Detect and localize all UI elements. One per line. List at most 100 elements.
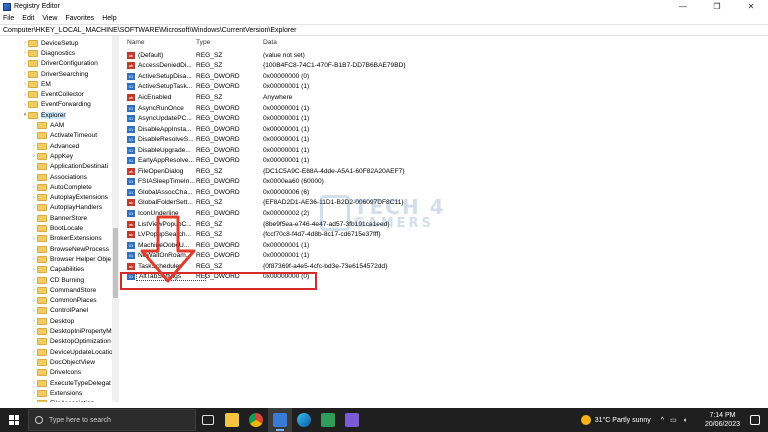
menu-view[interactable]: View (42, 15, 57, 22)
tree-item[interactable]: › DriverConfiguration (22, 59, 98, 69)
tree-item[interactable]: › ControlPanel (31, 306, 88, 316)
value-row[interactable]: 01 DisableUpgrade... REG_DWORD 0x00000001 (… (120, 145, 768, 156)
tree-item[interactable]: ActivateTimeout (31, 131, 97, 141)
key-tree-pane[interactable]: › DeviceSetup › Diagnostics › DriverConfigura… (0, 36, 119, 402)
tree-item[interactable]: › CommonPlaces (31, 296, 97, 306)
folder-icon (28, 70, 38, 78)
value-row[interactable]: 01 DisableAppInsta... REG_DWORD 0x00000001 … (120, 124, 768, 135)
app-icon-purple[interactable] (340, 408, 364, 432)
menu-file[interactable]: File (3, 15, 14, 22)
column-header-data[interactable]: Data (263, 39, 277, 49)
tree-item[interactable]: BannerStore (31, 213, 87, 223)
value-type: REG_SZ (196, 93, 223, 101)
tree-item[interactable]: › Browser Helper Obje (31, 254, 111, 264)
tree-item[interactable]: BrowseNewProcess (31, 244, 109, 254)
menu-favorites[interactable]: Favorites (65, 15, 94, 22)
value-row[interactable]: ab FileOpenDialog REG_SZ {DC1C5A9C-E88A-4dd… (120, 166, 768, 177)
regedit-taskbar-icon[interactable] (268, 408, 292, 432)
tree-item[interactable]: › ExecuteTypeDelegat (31, 378, 111, 388)
value-row[interactable]: 01 MachineOobeU... REG_DWORD 0x00000001 (1) (120, 240, 768, 251)
value-row[interactable]: ab AicEnabled REG_SZ Anywhere (120, 92, 768, 103)
folder-icon (37, 132, 47, 140)
tree-item[interactable]: › EventCollector (22, 90, 84, 100)
tree-item[interactable]: ▾ Explorer (22, 110, 66, 120)
value-row[interactable]: 01 NoWaitOnRoam... REG_DWORD 0x00000001 (1) (120, 250, 768, 261)
value-data: 0x00000001 (1) (263, 115, 310, 123)
tree-item[interactable]: › CD Burning (31, 275, 84, 285)
tree-item[interactable]: ApplicationDestinati (31, 162, 108, 172)
tree-item[interactable]: › Advanced (31, 141, 79, 151)
maximize-button[interactable]: ❐ (700, 0, 734, 13)
address-bar[interactable]: Computer\HKEY_LOCAL_MACHINE\SOFTWARE\Mic… (0, 24, 768, 36)
value-type: REG_DWORD (196, 136, 240, 144)
weather-sun-icon[interactable] (580, 415, 591, 425)
tree-item-label: ApplicationDestinati (50, 163, 108, 171)
tree-item[interactable]: Associations (31, 172, 87, 182)
tray-overflow-chevron-icon[interactable]: ^ (661, 417, 664, 424)
menu-edit[interactable]: Edit (22, 15, 34, 22)
value-row[interactable]: 01 DisableResolveS... REG_DWORD 0x00000001 … (120, 134, 768, 145)
value-row[interactable]: ab AccessDeniedDi... REG_SZ {100B4FC8-74C1-… (120, 61, 768, 72)
tree-item[interactable]: › AutoplayHandlers (31, 203, 102, 213)
menu-help[interactable]: Help (102, 15, 116, 22)
system-tray: 31°C Partly sunny ^ ▭ ◖ 7:14 PM 20/06/20… (580, 408, 768, 432)
tree-item[interactable]: › DeviceUpdateLocatio (31, 347, 113, 357)
tree-item[interactable]: › Diagnostics (22, 48, 75, 58)
value-data: 0x00000001 (1) (263, 125, 310, 133)
tree-item[interactable]: › Capabilities (31, 265, 84, 275)
value-data: (value not set) (263, 51, 305, 59)
tree-item[interactable]: › AutoComplete (31, 182, 92, 192)
volume-icon[interactable]: ◖ (683, 417, 687, 424)
binary-value-icon: 01 (127, 241, 135, 249)
tree-item[interactable]: › EM (22, 79, 51, 89)
start-button[interactable] (0, 408, 28, 432)
value-row[interactable]: 01 AsyncRunOnce REG_DWORD 0x00000001 (1) (120, 103, 768, 114)
value-row[interactable]: 01 ActiveSetupDisa... REG_DWORD 0x00000000 … (120, 71, 768, 82)
minimize-button[interactable]: — (666, 0, 700, 13)
taskbar-search-box[interactable]: Type here to search (28, 409, 196, 431)
notification-icon[interactable] (750, 415, 760, 425)
tree-scrollbar-thumb[interactable] (113, 228, 118, 298)
tree-item[interactable]: DriveIcons (31, 368, 81, 378)
tree-item[interactable]: DocObjectView (31, 357, 95, 367)
folder-icon (37, 348, 47, 356)
value-row[interactable]: ab (Default) REG_SZ (value not set) (120, 50, 768, 61)
tree-item[interactable]: › DriverSearching (22, 69, 88, 79)
network-icon[interactable]: ▭ (670, 416, 677, 424)
task-view-icon[interactable] (196, 408, 220, 432)
tree-item[interactable]: › CommandStore (31, 285, 96, 295)
watermark-line2: GAMERS (354, 215, 434, 231)
tree-item[interactable]: DesktopOptimization (31, 337, 111, 347)
windows-logo-icon (9, 415, 19, 425)
column-header-type[interactable]: Type (196, 39, 210, 49)
value-row[interactable]: 01 AsyncUpdatePC... REG_DWORD 0x00000001 (1… (120, 113, 768, 124)
tree-item[interactable]: › AppKey (31, 151, 73, 161)
value-data: {0f87369f-a4e5-4cfc-bd3e-73e6154572dd} (263, 262, 388, 270)
tree-item[interactable]: › EventForwarding (22, 100, 91, 110)
value-row[interactable]: 01 EarlyAppResolve... REG_DWORD 0x00000001 … (120, 156, 768, 167)
tree-scrollbar[interactable] (112, 36, 119, 402)
tree-item[interactable]: › Extensions (31, 388, 82, 398)
file-explorer-icon[interactable] (220, 408, 244, 432)
value-data: 0x0000ea60 (60000) (263, 178, 324, 186)
weather-text[interactable]: 31°C Partly sunny (595, 417, 651, 424)
clock[interactable]: 7:14 PM 20/06/2023 (705, 411, 740, 429)
tree-item[interactable]: › BrokerExtensions (31, 234, 102, 244)
column-header-name[interactable]: Name (127, 39, 145, 49)
tree-item[interactable]: › AutoplayExtensions (31, 193, 108, 203)
tree-item[interactable]: BootLocale (31, 223, 83, 233)
tree-item-label: BannerStore (50, 214, 88, 222)
folder-icon (37, 183, 47, 191)
value-row[interactable]: 01 FSIASleepTimeIn... REG_DWORD 0x0000ea60 … (120, 177, 768, 188)
value-row[interactable]: 01 ActiveSetupTask... REG_DWORD 0x00000001 … (120, 82, 768, 93)
chrome-icon[interactable] (244, 408, 268, 432)
edge-icon[interactable] (292, 408, 316, 432)
app-icon-green[interactable] (316, 408, 340, 432)
close-button[interactable]: ✕ (734, 0, 768, 13)
binary-value-icon: 01 (127, 125, 135, 133)
value-row[interactable]: ab TaskScheduler REG_SZ {0f87369f-a4e5-4cfc… (120, 261, 768, 272)
tree-item[interactable]: › DeviceSetup (22, 38, 78, 48)
tree-item[interactable]: › DesktopIniPropertyM (31, 326, 112, 336)
tree-item[interactable]: › Desktop (31, 316, 74, 326)
tree-item[interactable]: AAM (31, 120, 64, 130)
